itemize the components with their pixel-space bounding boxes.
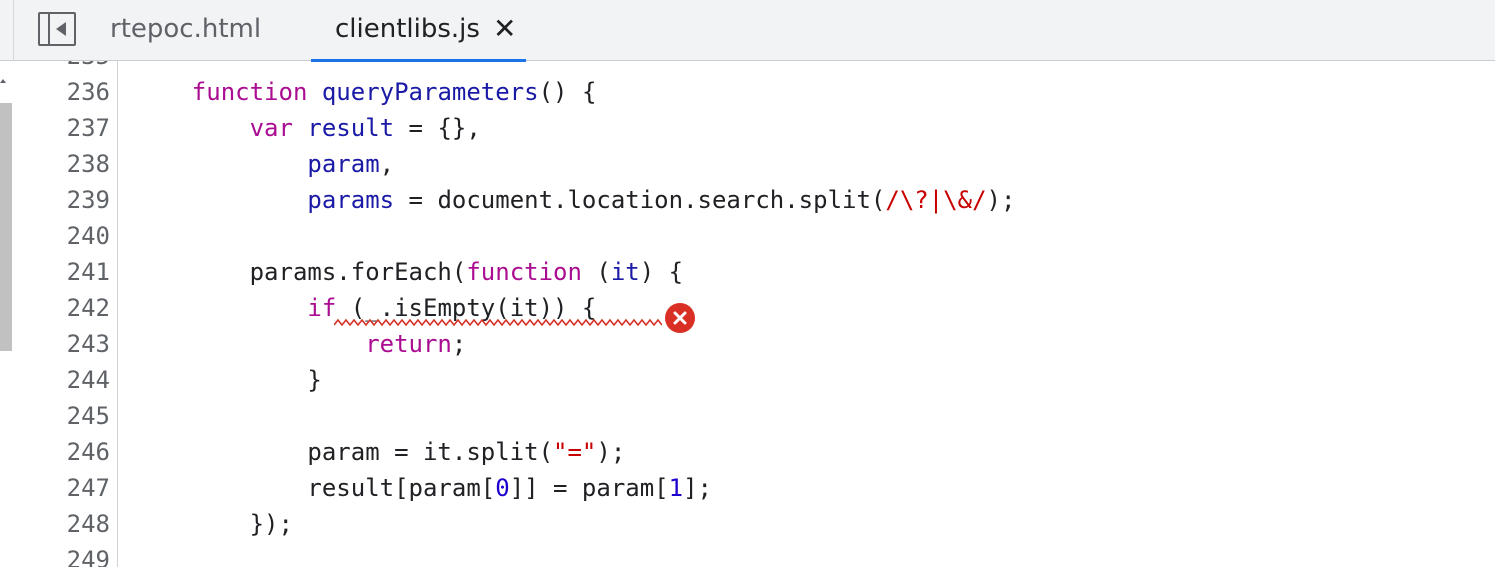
code-line[interactable]: 248 }); bbox=[0, 506, 1495, 542]
code-token: = document.location.search.split( bbox=[394, 186, 886, 214]
code-token: ) { bbox=[639, 258, 684, 286]
tab-rtepoc-html[interactable]: rtepoc.html bbox=[110, 0, 261, 61]
code-text[interactable]: return; bbox=[134, 326, 466, 362]
code-token: ]; bbox=[683, 474, 712, 502]
code-line[interactable]: 241 params.forEach(function (it) { bbox=[0, 254, 1495, 290]
code-token: result bbox=[307, 114, 395, 142]
code-line[interactable]: 244 } bbox=[0, 362, 1495, 398]
tab-clientlibs-js[interactable]: clientlibs.js ✕ bbox=[311, 0, 526, 62]
code-token: it bbox=[610, 258, 640, 286]
line-number[interactable]: 237 bbox=[14, 110, 110, 146]
code-token: ( bbox=[581, 258, 611, 286]
sidebar-toggle-icon[interactable] bbox=[38, 12, 76, 46]
code-line[interactable]: 247 result[param[0]] = param[1]; bbox=[0, 470, 1495, 506]
code-token: var bbox=[249, 114, 293, 142]
tab-bar-left-gutter bbox=[0, 0, 14, 61]
line-number[interactable]: 238 bbox=[14, 146, 110, 182]
code-token: param bbox=[307, 150, 380, 178]
code-token: ); bbox=[986, 186, 1016, 214]
line-number[interactable]: 236 bbox=[14, 74, 110, 110]
code-token: params.forEach( bbox=[134, 258, 467, 286]
code-token: 0 bbox=[495, 474, 510, 502]
code-text[interactable]: } bbox=[134, 362, 322, 398]
line-number[interactable]: 241 bbox=[14, 254, 110, 290]
line-number[interactable]: 248 bbox=[14, 506, 110, 542]
code-token: "=" bbox=[553, 438, 597, 466]
code-token: return bbox=[365, 330, 452, 358]
code-token: }); bbox=[134, 510, 293, 538]
code-editor[interactable]: 235236 function queryParameters() {237 v… bbox=[0, 61, 1495, 567]
code-text[interactable]: result[param[0]] = param[1]; bbox=[134, 470, 712, 506]
line-number[interactable]: 239 bbox=[14, 182, 110, 218]
code-token: param = it.split( bbox=[134, 438, 554, 466]
line-number[interactable]: 242 bbox=[14, 290, 110, 326]
code-line[interactable]: 237 var result = {}, bbox=[0, 110, 1495, 146]
error-icon[interactable] bbox=[665, 303, 695, 333]
tab-label: rtepoc.html bbox=[110, 14, 262, 44]
code-text[interactable]: param = it.split("="); bbox=[134, 434, 625, 470]
code-token: result[param[ bbox=[134, 474, 496, 502]
editor-tab-bar: rtepoc.html clientlibs.js ✕ bbox=[0, 0, 1495, 62]
code-token: } bbox=[134, 366, 322, 394]
code-line[interactable]: 235 bbox=[0, 61, 1495, 74]
code-token: queryParameters bbox=[321, 78, 539, 106]
tab-label: clientlibs.js bbox=[335, 14, 480, 44]
code-line[interactable]: 245 bbox=[0, 398, 1495, 434]
code-text[interactable]: param, bbox=[134, 146, 394, 182]
code-line[interactable]: 249 bbox=[0, 542, 1495, 567]
code-token: () { bbox=[538, 78, 597, 106]
code-text[interactable]: var result = {}, bbox=[134, 110, 481, 146]
code-token: if bbox=[307, 294, 337, 322]
line-number[interactable]: 243 bbox=[14, 326, 110, 362]
code-text[interactable]: params = document.location.search.split(… bbox=[134, 182, 1015, 218]
close-tab-icon[interactable]: ✕ bbox=[493, 0, 516, 58]
line-number[interactable]: 245 bbox=[14, 398, 110, 434]
error-squiggle bbox=[334, 318, 662, 327]
line-number[interactable]: 244 bbox=[14, 362, 110, 398]
code-token: function bbox=[191, 78, 308, 106]
code-line[interactable]: 243 return; bbox=[0, 326, 1495, 362]
code-token: ]] = param[ bbox=[509, 474, 669, 502]
code-line[interactable]: 238 param, bbox=[0, 146, 1495, 182]
code-token: function bbox=[466, 258, 582, 286]
sidebar-toggle-divider bbox=[48, 14, 50, 44]
line-number[interactable]: 240 bbox=[14, 218, 110, 254]
line-number[interactable]: 247 bbox=[14, 470, 110, 506]
code-line[interactable]: 239 params = document.location.search.sp… bbox=[0, 182, 1495, 218]
code-line[interactable]: 246 param = it.split("="); bbox=[0, 434, 1495, 470]
line-number[interactable]: 235 bbox=[14, 61, 110, 74]
code-line[interactable]: 236 function queryParameters() { bbox=[0, 74, 1495, 110]
line-number[interactable]: 249 bbox=[14, 542, 110, 567]
code-token: , bbox=[379, 150, 395, 178]
sidebar-toggle-arrow bbox=[56, 22, 66, 36]
code-token: = {}, bbox=[394, 114, 481, 142]
code-line[interactable]: 242 if (_.isEmpty(it)) { bbox=[0, 290, 1495, 326]
code-token: 1 bbox=[668, 474, 684, 502]
code-text[interactable]: }); bbox=[134, 506, 293, 542]
code-line[interactable]: 240 bbox=[0, 218, 1495, 254]
code-text[interactable]: params.forEach(function (it) { bbox=[134, 254, 684, 290]
code-token: /\?|\&/ bbox=[885, 186, 987, 214]
code-token: params bbox=[307, 186, 395, 214]
code-text[interactable]: function queryParameters() { bbox=[134, 74, 597, 110]
code-token: ); bbox=[596, 438, 626, 466]
line-number[interactable]: 246 bbox=[14, 434, 110, 470]
code-token: ; bbox=[451, 330, 467, 358]
